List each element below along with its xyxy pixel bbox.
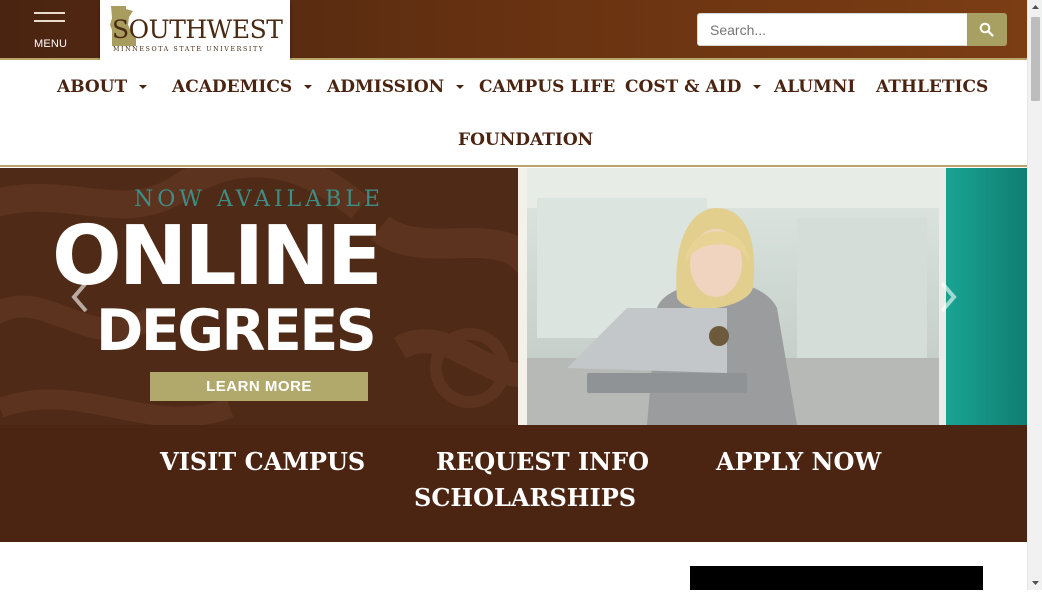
caret-down-icon (304, 84, 313, 89)
nav-item-cost-aid[interactable]: COST & AID (625, 77, 762, 97)
visit-campus-link[interactable]: VISIT CAMPUS (160, 448, 365, 476)
nav-item-label: ADMISSION (327, 77, 445, 97)
scroll-down-button[interactable] (1028, 575, 1042, 590)
triangle-up-icon (1032, 5, 1039, 9)
nav-item-foundation[interactable]: FOUNDATION (458, 130, 593, 150)
caret-down-icon (139, 84, 148, 89)
nav-item-about[interactable]: ABOUT (57, 77, 148, 97)
nav-item-label: ATHLETICS (876, 77, 989, 97)
chevron-right-icon (940, 281, 957, 313)
video-embed[interactable] (690, 566, 983, 590)
main-navigation: ABOUT ACADEMICS ADMISSION CAMPUS LIFE CO… (0, 60, 1027, 167)
search-input[interactable] (697, 13, 968, 46)
nav-item-label: COST & AID (625, 77, 742, 97)
hero-divider (518, 168, 527, 425)
chevron-left-icon (71, 281, 88, 313)
carousel-next-button[interactable] (932, 280, 962, 314)
caret-down-icon (456, 84, 465, 89)
nav-item-label: ACADEMICS (172, 77, 293, 97)
page: MENU SOUTHWEST MINNESOTA STATE UNIVERSIT… (0, 0, 1027, 590)
university-logo[interactable]: SOUTHWEST MINNESOTA STATE UNIVERSITY (100, 0, 290, 66)
cta-band: VISIT CAMPUS REQUEST INFO APPLY NOW SCHO… (0, 425, 1027, 542)
caret-down-icon (753, 84, 762, 89)
nav-item-label: ABOUT (57, 77, 128, 97)
nav-item-label: FOUNDATION (458, 130, 594, 150)
student-photo (527, 168, 939, 425)
top-bar: MENU SOUTHWEST MINNESOTA STATE UNIVERSIT… (0, 0, 1027, 66)
hamburger-icon-line (34, 20, 65, 22)
scholarships-link[interactable]: SCHOLARSHIPS (414, 484, 636, 512)
apply-now-link[interactable]: APPLY NOW (716, 448, 881, 476)
nav-item-admission[interactable]: ADMISSION (327, 77, 465, 97)
nav-item-athletics[interactable]: ATHLETICS (876, 77, 988, 97)
carousel-prev-button[interactable] (66, 280, 96, 314)
triangle-down-icon (1032, 581, 1039, 585)
menu-button[interactable]: MENU (30, 10, 72, 52)
hero-carousel: NOW AVAILABLE ONLINE DEGREES LEARN MORE (0, 168, 1027, 425)
nav-item-alumni[interactable]: ALUMNI (774, 77, 855, 97)
nav-item-label: ALUMNI (774, 77, 856, 97)
nav-item-academics[interactable]: ACADEMICS (172, 77, 313, 97)
logo-subtitle: MINNESOTA STATE UNIVERSITY (113, 46, 265, 53)
page-scrollbar[interactable] (1027, 0, 1042, 590)
scroll-thumb[interactable] (1031, 17, 1040, 101)
learn-more-button[interactable]: LEARN MORE (150, 372, 368, 401)
hero-headline-online: ONLINE (52, 209, 383, 304)
search-button[interactable] (967, 13, 1007, 46)
nav-item-campus-life[interactable]: CAMPUS LIFE (479, 77, 615, 97)
request-info-link[interactable]: REQUEST INFO (436, 448, 649, 476)
hamburger-icon (34, 12, 65, 14)
search-icon (979, 22, 994, 37)
hero-headline-degrees: DEGREES (96, 298, 377, 364)
nav-item-label: CAMPUS LIFE (479, 77, 616, 97)
menu-label: MENU (34, 38, 68, 50)
student-laptop-image (527, 168, 939, 425)
scroll-up-button[interactable] (1028, 0, 1042, 15)
logo-name: SOUTHWEST (112, 15, 283, 44)
